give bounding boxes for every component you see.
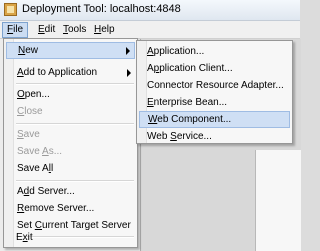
mnemonic: W [148, 114, 158, 125]
item-label: pen... [24, 89, 50, 100]
mnemonic: S [170, 131, 177, 142]
item-label: Connector Resource Adapter [147, 80, 276, 91]
item-label: eb Component... [157, 114, 232, 125]
item-label: A [147, 63, 154, 74]
new-submenu: Application... Application Client... Con… [136, 40, 293, 144]
menu-separator [16, 123, 134, 125]
item-label: emove Server... [24, 203, 95, 214]
item-label: plication Client... [159, 63, 233, 74]
file-menu-exit[interactable]: Exit [5, 229, 134, 246]
item-label: nterprise Bean... [153, 97, 228, 108]
workspace-content-panel [255, 150, 301, 251]
menu-edit-label: dit [44, 24, 56, 35]
new-application[interactable]: Application... [139, 43, 290, 60]
menu-help-label: elp [101, 24, 115, 35]
file-menu-add-server[interactable]: Add Server... [6, 183, 135, 200]
file-menu-add-to-application[interactable]: Add to Application [6, 64, 135, 81]
menu-file[interactable]: File [2, 22, 29, 38]
item-label: E [16, 232, 23, 243]
item-label: dd to Application [23, 67, 98, 78]
menu-file-label: ile [13, 24, 24, 35]
new-enterprise-bean[interactable]: Enterprise Bean... [139, 94, 290, 111]
item-label: Web [147, 131, 171, 142]
title-bar: Deployment Tool: localhost:4848 [0, 0, 300, 21]
new-web-component[interactable]: Web Component... [139, 111, 290, 128]
menu-edit[interactable]: Edit [34, 23, 59, 37]
submenu-arrow-icon [127, 69, 131, 77]
window-title: Deployment Tool: localhost:4848 [22, 3, 181, 15]
app-icon [4, 3, 17, 16]
new-web-service[interactable]: Web Service... [139, 128, 290, 145]
file-menu-new[interactable]: New [6, 42, 135, 59]
new-connector-resource-adapter[interactable]: Connector Resource Adapter... [139, 77, 290, 94]
item-label: Save A [17, 163, 49, 174]
item-label: s... [48, 146, 63, 157]
file-menu: New Add to Application Open... Close Sav… [3, 38, 138, 248]
file-menu-save-all[interactable]: Save All [6, 160, 135, 177]
item-label: Save [17, 146, 43, 157]
mnemonic: S [17, 129, 24, 140]
menu-help[interactable]: Help [90, 23, 119, 37]
menu-tools[interactable]: Tools [59, 23, 90, 37]
item-label: lose [24, 106, 43, 117]
menu-separator [16, 83, 134, 85]
item-label: pplication... [153, 46, 205, 57]
menu-bar: File Edit Tools Help [0, 21, 300, 39]
item-label: ... [275, 80, 284, 91]
mnemonic: A [42, 146, 49, 157]
file-menu-open[interactable]: Open... [6, 86, 135, 103]
item-label: ew [25, 45, 39, 56]
file-menu-save[interactable]: Save [6, 126, 135, 143]
item-label: A [17, 186, 24, 197]
item-label: it [27, 232, 33, 243]
mnemonic: E [147, 97, 154, 108]
item-label: d Server... [29, 186, 75, 197]
submenu-arrow-icon [126, 47, 130, 55]
mnemonic: A [147, 46, 154, 57]
file-menu-close[interactable]: Close [6, 103, 135, 120]
file-menu-remove-server[interactable]: Remove Server... [6, 200, 135, 217]
item-label: ervice... [176, 131, 212, 142]
new-application-client[interactable]: Application Client... [139, 60, 290, 77]
mnemonic: O [17, 89, 25, 100]
item-label: l [50, 163, 54, 174]
file-menu-save-as[interactable]: Save As... [6, 143, 135, 160]
menu-separator [16, 180, 134, 182]
item-label: ave [23, 129, 40, 140]
menu-edit-mnemonic: E [38, 24, 45, 35]
mnemonic: A [17, 67, 24, 78]
menu-tools-label: ools [68, 24, 87, 35]
